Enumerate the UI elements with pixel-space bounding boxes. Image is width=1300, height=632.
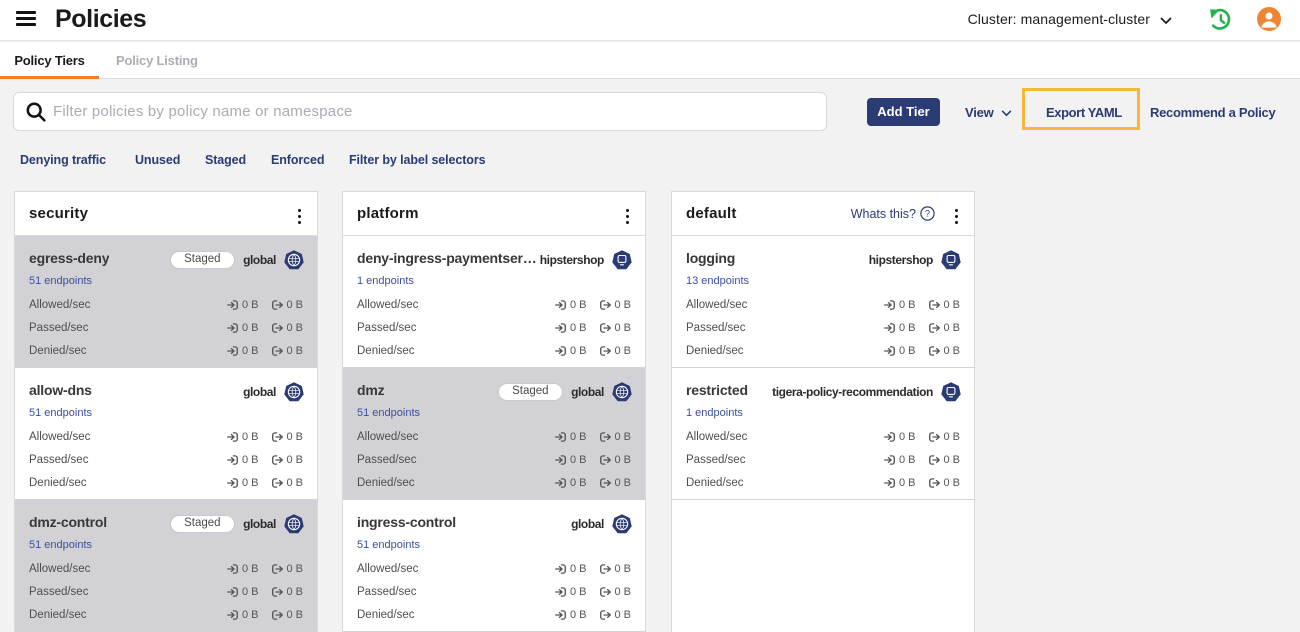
svg-text:?: ? (925, 209, 930, 219)
